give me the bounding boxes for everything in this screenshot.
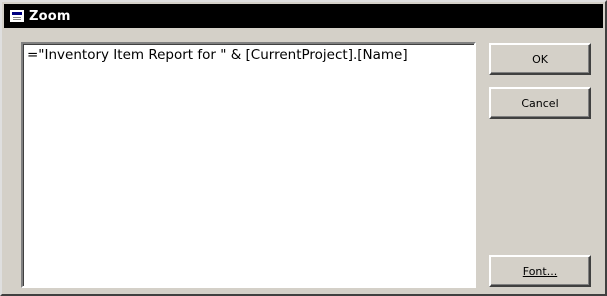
cancel-button[interactable]: Cancel xyxy=(489,87,591,119)
title-bar[interactable]: Zoom xyxy=(4,4,603,28)
cancel-button-label: Cancel xyxy=(521,96,559,110)
zoom-dialog: Zoom OK Cancel Font... xyxy=(0,0,607,296)
ok-button[interactable]: OK xyxy=(489,43,591,75)
expression-editor[interactable] xyxy=(23,44,474,286)
ok-button-label: OK xyxy=(532,52,548,66)
font-button[interactable]: Font... xyxy=(489,255,591,287)
window-title: Zoom xyxy=(29,8,71,24)
zoom-text-box xyxy=(21,42,476,288)
font-button-label: Font... xyxy=(522,264,558,278)
form-window-icon xyxy=(10,10,24,22)
